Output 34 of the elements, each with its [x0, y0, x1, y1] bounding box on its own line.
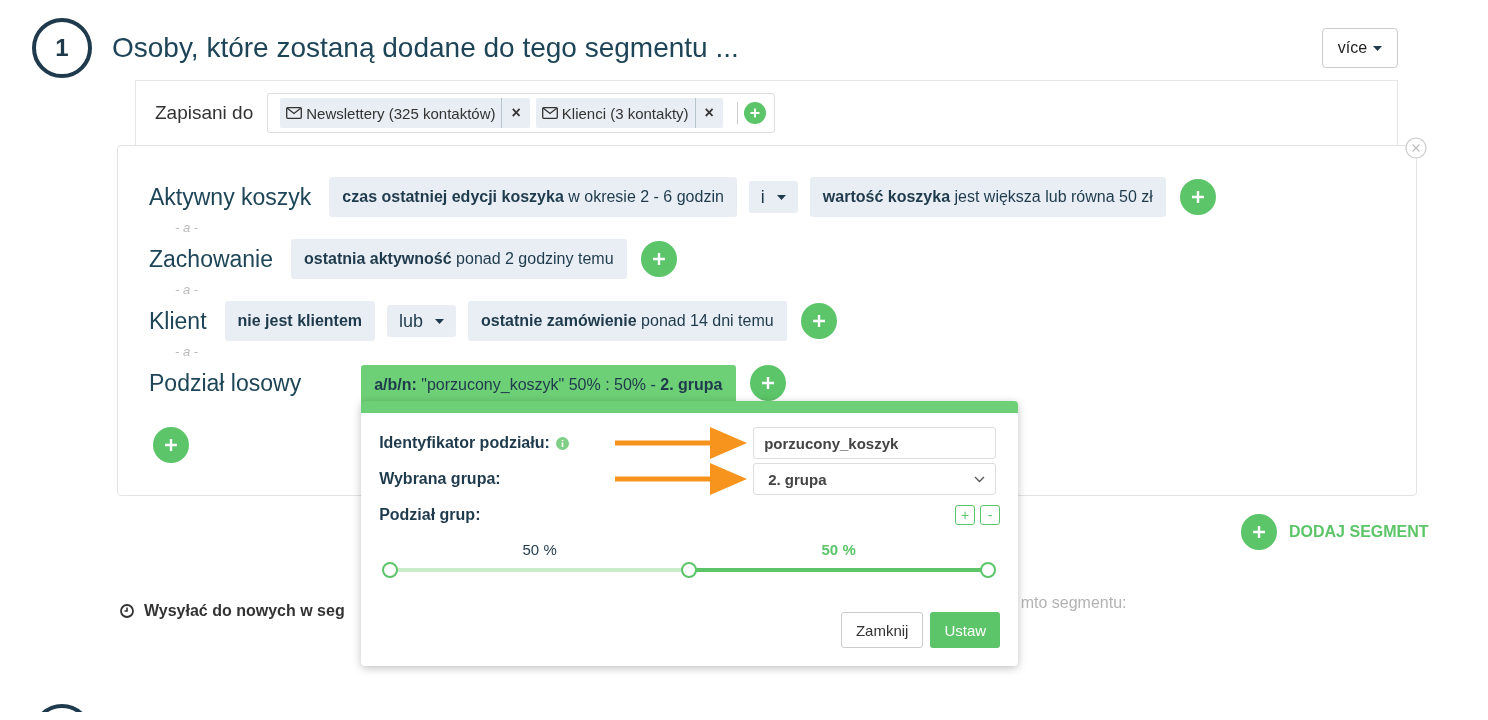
condition-label: Podział losowy: [149, 369, 302, 397]
filter-chip[interactable]: a/b/n: "porzucony_koszyk" 50% : 50% - 2. grupa: [361, 365, 736, 405]
list-name: Newslettery (325 kontaktów): [306, 104, 496, 122]
more-button[interactable]: více: [1322, 28, 1398, 68]
condition-label: Aktywny koszyk: [149, 183, 312, 211]
list-field[interactable]: Newslettery (325 kontaktów) × Klienci (3 kontakty) ×: [267, 93, 775, 133]
group-share: 50 %: [821, 541, 856, 558]
filter-chip[interactable]: wartość koszyka jest większa lub równa 50 zł: [809, 177, 1166, 217]
group-share: 50 %: [522, 541, 557, 558]
and-separator: - a -: [175, 220, 199, 235]
field-label: Wybrana grupa:: [379, 470, 501, 488]
close-button[interactable]: Zamknij: [840, 612, 924, 648]
and-separator: - a -: [175, 344, 199, 359]
filter-chip[interactable]: ostatnia aktywność ponad 2 godziny temu: [291, 239, 627, 279]
section-title: Osoby, które zostaną dodane do tego segmentu ...: [112, 32, 739, 64]
subscribed-label: Zapisani do: [155, 102, 254, 124]
group-select[interactable]: 2. grupa: [753, 463, 997, 495]
filter-chip[interactable]: nie jest klientem: [224, 301, 376, 341]
list-name: Klienci (3 kontakty): [561, 104, 689, 122]
groups-label: Podział grup:: [379, 506, 481, 524]
condition-label: Klient: [149, 307, 207, 335]
filter-chip[interactable]: czas ostatniej edycji koszyka w okresie 2 - 6 godzin: [329, 177, 737, 217]
and-separator: - a -: [175, 282, 199, 297]
operator-dropdown[interactable]: i: [748, 181, 798, 213]
remove-button[interactable]: ×: [695, 104, 723, 122]
send-new-label: Wysyłać do nowych w seg: [144, 602, 345, 620]
segment-hint: mto segmentu:: [1020, 594, 1127, 612]
remove-button[interactable]: ×: [502, 104, 530, 122]
field-label: Identyfikator podziału:: [379, 434, 550, 452]
condition-label: Zachowanie: [149, 245, 274, 273]
id-input[interactable]: porzucony_koszyk: [753, 427, 997, 459]
filter-chip[interactable]: ostatnie zamówienie ponad 14 dni temu: [468, 301, 787, 341]
step-number: 1: [32, 18, 92, 78]
operator-dropdown[interactable]: lub: [387, 305, 457, 337]
